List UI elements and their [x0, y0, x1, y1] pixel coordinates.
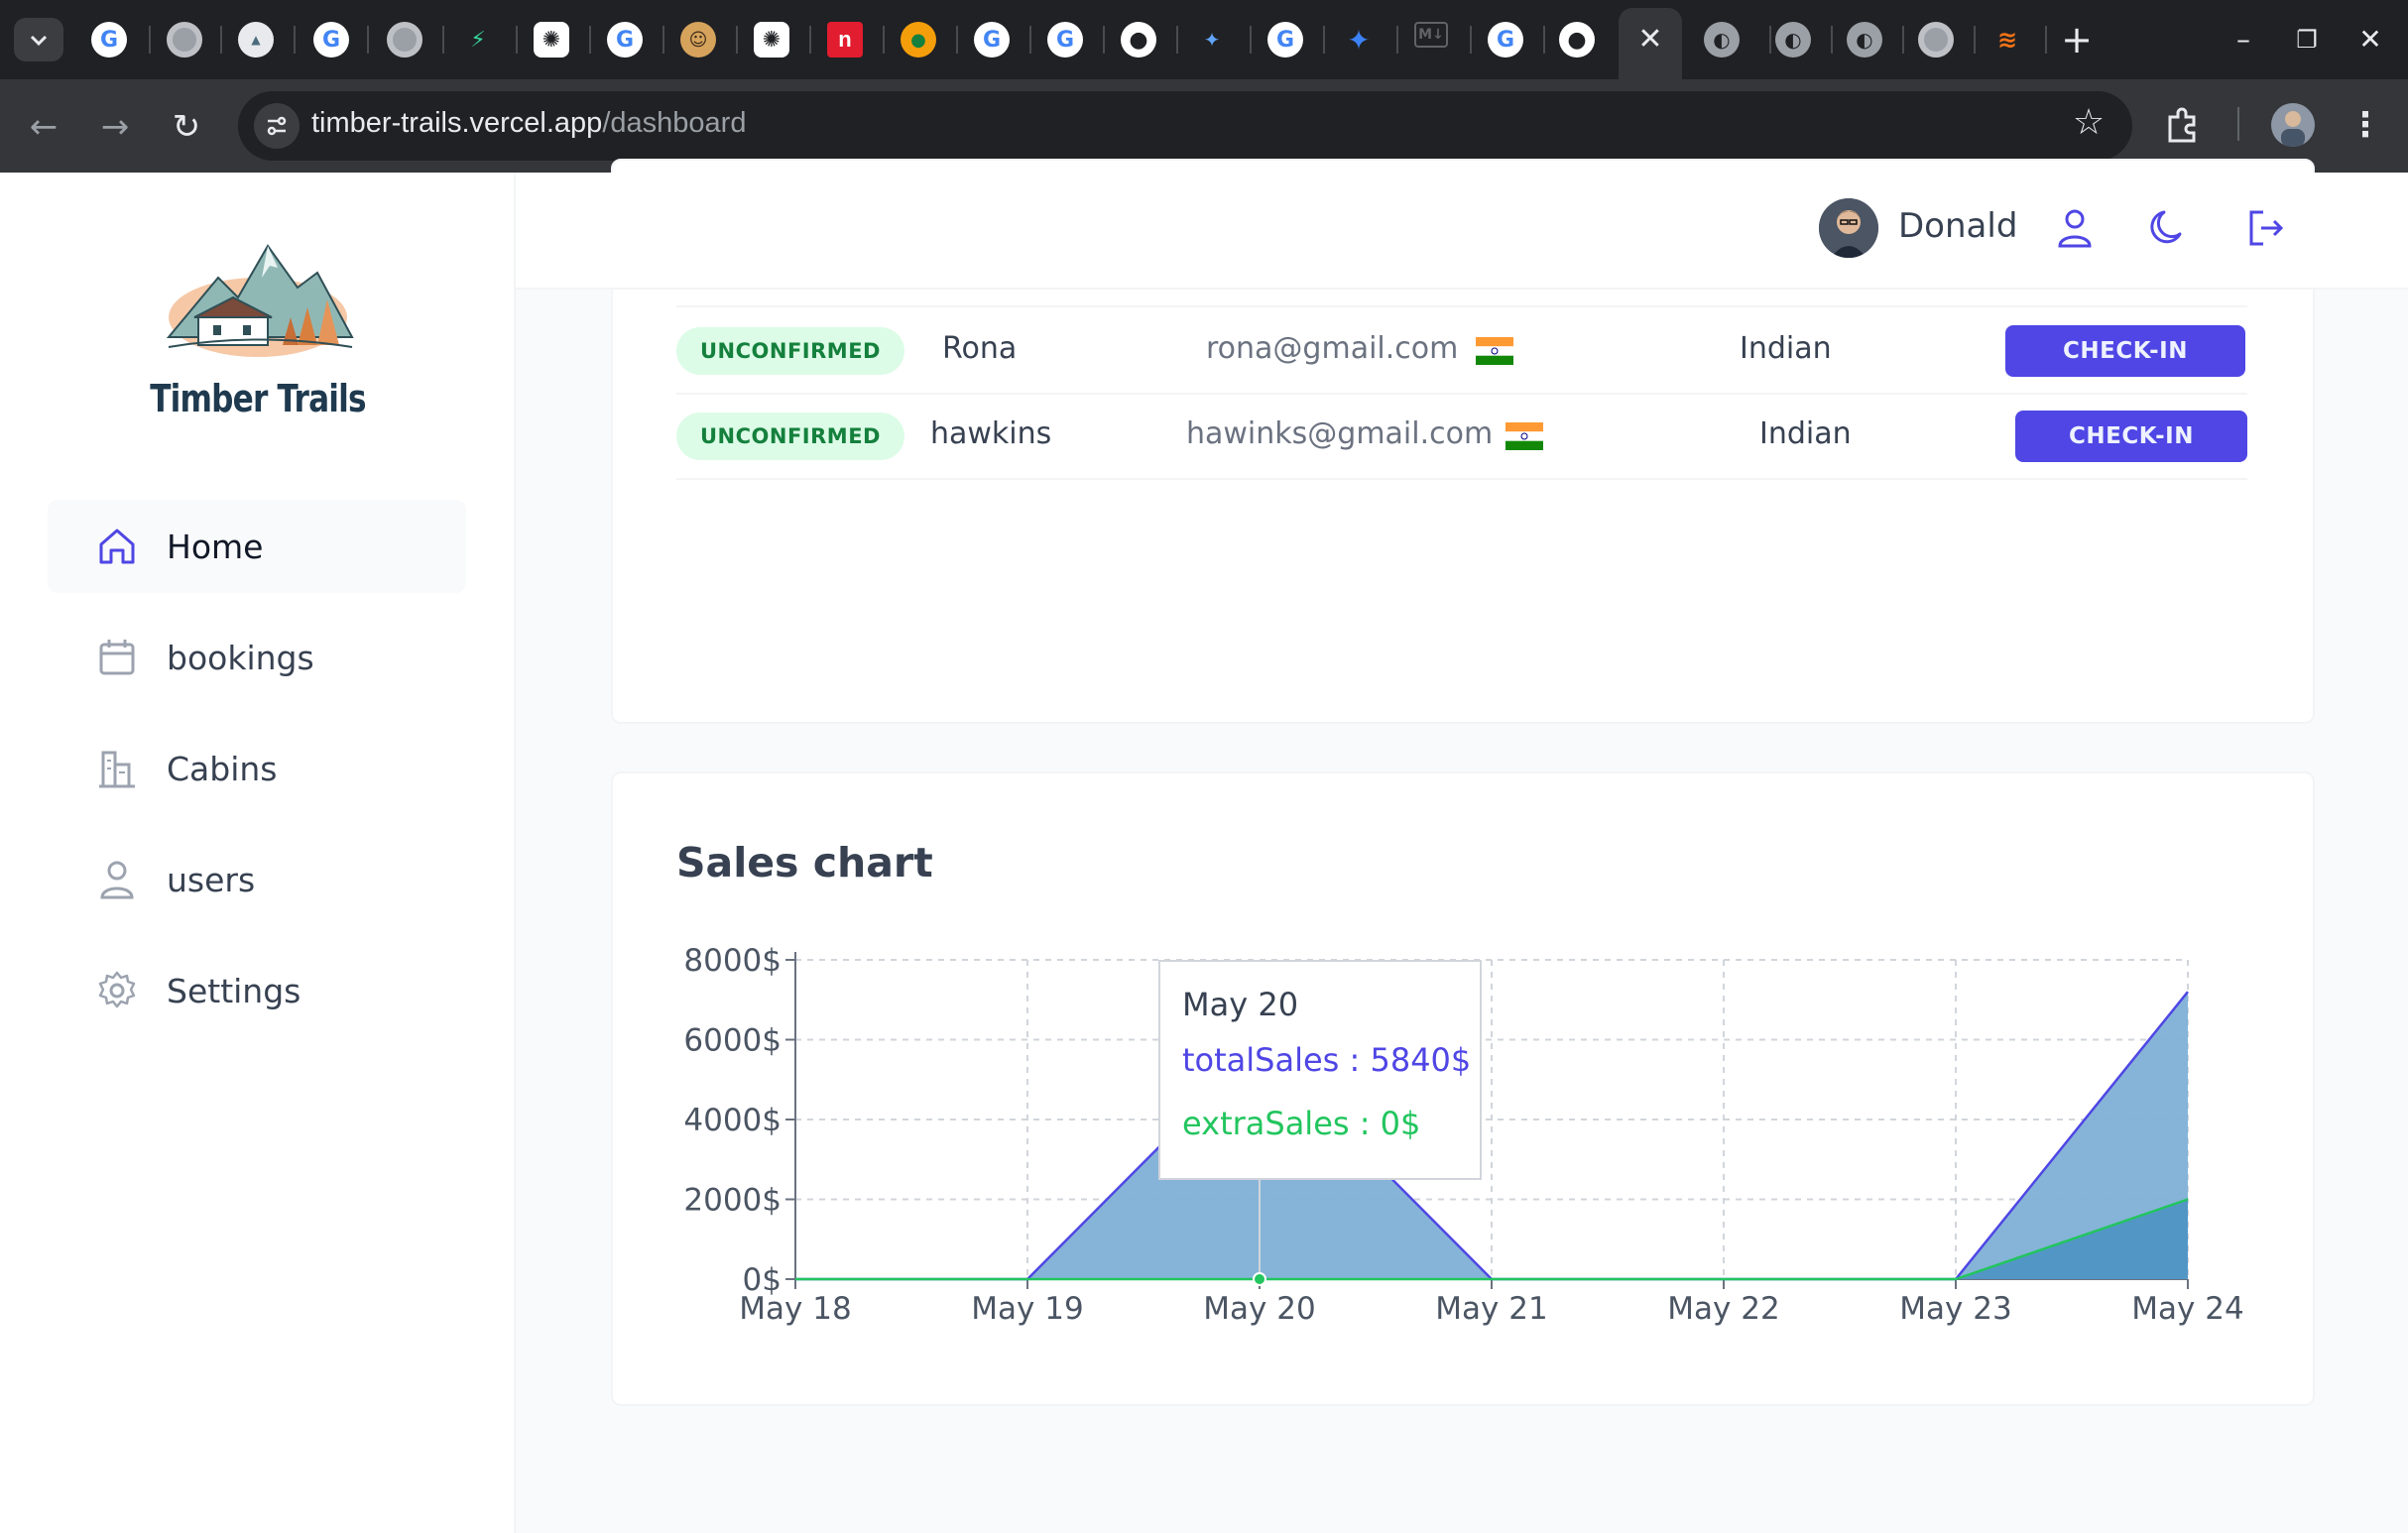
- chart-tooltip: May 20 totalSales : 5840$ extraSales : 0…: [1158, 960, 1482, 1180]
- x-tick-label: May 20: [1203, 1291, 1315, 1327]
- x-tick-label: May 24: [2131, 1291, 2243, 1327]
- x-tick-label: May 23: [1899, 1291, 2011, 1327]
- y-tick-label: 6000$: [683, 1023, 782, 1059]
- y-tick-label: 4000$: [683, 1103, 782, 1138]
- sales-area-chart: 0$2000$4000$6000$8000$May 18 May 19 May 20…: [683, 943, 2243, 1327]
- x-tick-label: May 21: [1435, 1291, 1547, 1327]
- x-tick-label: May 19: [971, 1291, 1083, 1327]
- tooltip-extra-sales: extraSales : 0$: [1182, 1105, 1421, 1142]
- x-tick-label: May 18: [739, 1291, 851, 1327]
- y-tick-label: 8000$: [683, 943, 782, 979]
- x-tick-label: May 22: [1667, 1291, 1779, 1327]
- hover-point-extraSales: [1253, 1272, 1266, 1286]
- tooltip-total-sales: totalSales : 5840$: [1182, 1041, 1472, 1079]
- tooltip-date: May 20: [1182, 986, 1299, 1023]
- y-tick-label: 2000$: [683, 1183, 782, 1219]
